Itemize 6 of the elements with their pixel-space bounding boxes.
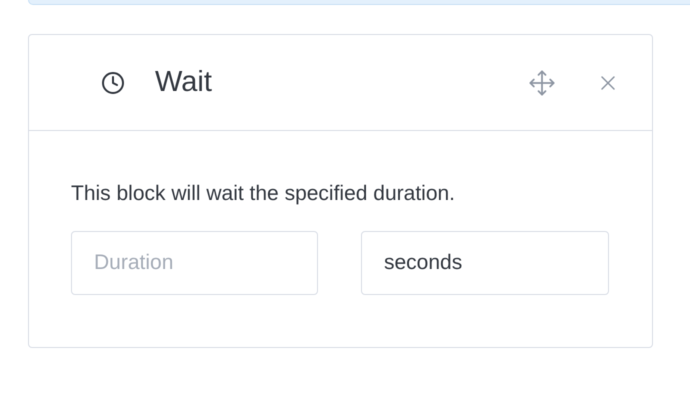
- block-description: This block will wait the specified duration.: [71, 181, 456, 207]
- unit-field[interactable]: seconds: [361, 230, 609, 294]
- block-title: Wait: [155, 64, 212, 100]
- move-handle-icon[interactable]: [528, 68, 556, 96]
- duration-field[interactable]: Duration: [71, 230, 318, 294]
- clock-icon: [101, 70, 125, 94]
